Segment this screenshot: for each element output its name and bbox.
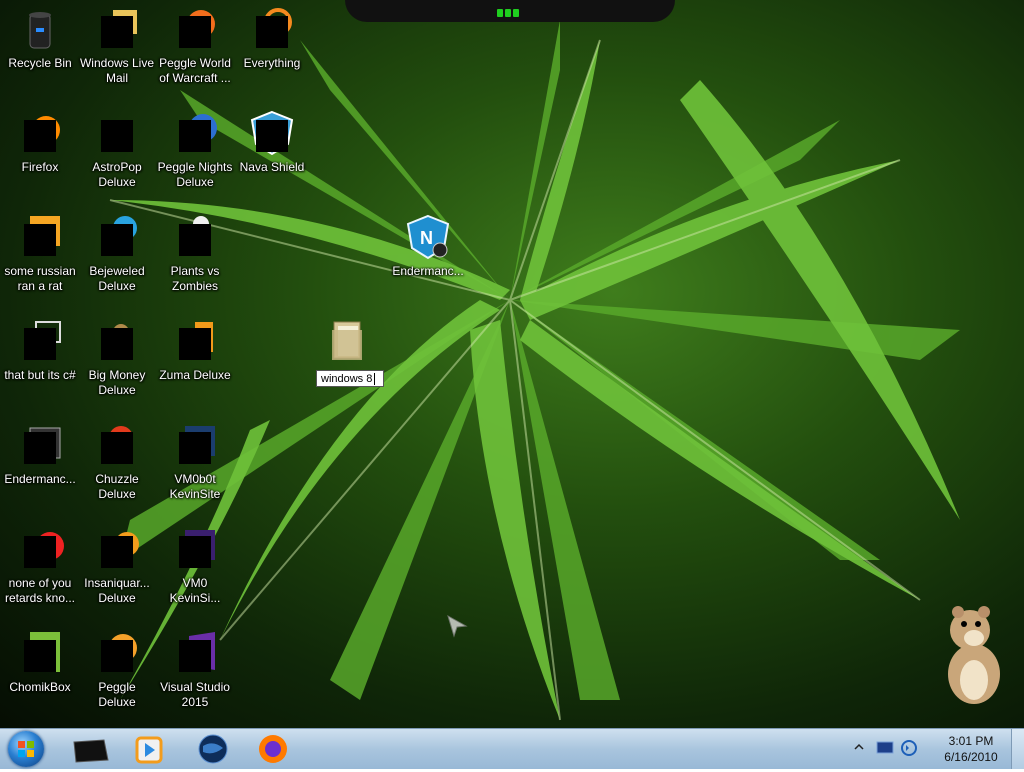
vm-kevinsite-icon (171, 526, 219, 574)
start-button[interactable] (8, 731, 44, 767)
sublime-text-icon (16, 214, 64, 262)
folder-icon (324, 318, 372, 366)
desktop-icon-russian-rat[interactable]: some russian ran a rat (2, 214, 78, 314)
text-caret (374, 373, 376, 386)
desktop-icon-visual-studio[interactable]: Visual Studio 2015 (157, 630, 233, 728)
desktop-icon-that-but-csharp[interactable]: that but its c# (2, 318, 78, 418)
desktop-icon-big-money[interactable]: Big Money Deluxe (79, 318, 155, 418)
visual-studio-icon (171, 630, 219, 678)
desktop-icon-vm0b0t-kevinsite[interactable]: VM0b0t KevinSite (157, 422, 233, 522)
globe-icon (198, 734, 228, 764)
desktop-icon-new-folder[interactable] (318, 318, 378, 418)
desktop-icon-firefox[interactable]: Firefox (2, 110, 78, 210)
desktop-icon-chomikbox[interactable]: ChomikBox (2, 630, 78, 728)
insaniquarium-icon (93, 526, 141, 574)
system-tray: 3:01 PM 6/16/2010 (854, 729, 1024, 769)
windows-live-mail-icon (93, 6, 141, 54)
desktop-icon-bejeweled[interactable]: Bejeweled Deluxe (79, 214, 155, 314)
taskbar-pinned-firefox[interactable] (246, 732, 300, 766)
copy-files-icon (16, 318, 64, 366)
desktop-icon-peggle-wow[interactable]: Peggle World of Warcraft ... (157, 6, 233, 106)
network-icon[interactable] (876, 740, 894, 756)
hamster-gadget-icon[interactable] (940, 604, 1010, 708)
desktop-icon-chuzzle[interactable]: Chuzzle Deluxe (79, 422, 155, 522)
desktop-icon-none-of-you[interactable]: none of you retards kno... (2, 526, 78, 626)
show-desktop-button[interactable] (1011, 729, 1024, 769)
plants-vs-zombies-icon (171, 214, 219, 262)
desktop-icon-nava-shield[interactable]: Nava Shield (234, 110, 310, 210)
terminal-icon (16, 422, 64, 470)
desktop-icon-vm0-kevinsite[interactable]: VM0 KevinSi... (157, 526, 233, 626)
volume-icon[interactable] (900, 739, 918, 757)
firefox-icon (16, 110, 64, 158)
vm-kevinsite-icon (171, 422, 219, 470)
zuma-icon (171, 318, 219, 366)
peggle-nights-icon (171, 110, 219, 158)
desktop-icon-insaniquarium[interactable]: Insaniquar... Deluxe (79, 526, 155, 626)
desktop-icon-astropop[interactable]: AstroPop Deluxe (79, 110, 155, 210)
taskbar-pinned-black-window[interactable] (64, 732, 118, 766)
everything-search-icon (248, 6, 296, 54)
windows-logo-icon (18, 741, 34, 757)
desktop-icon-endermanch-2[interactable]: N Endermanc... (390, 214, 466, 314)
astropop-icon (93, 110, 141, 158)
rename-textbox[interactable]: windows 8 (316, 370, 384, 387)
desktop-icon-peggle-deluxe[interactable]: Peggle Deluxe (79, 630, 155, 728)
clock-time: 3:01 PM (948, 734, 994, 748)
bejeweled-icon (93, 214, 141, 262)
black-window-icon (73, 739, 109, 763)
clock-date: 6/16/2010 (944, 750, 998, 764)
led-indicator-icon (497, 4, 527, 17)
desktop-icon-plants-vs-zombies[interactable]: Plants vs Zombies (157, 214, 233, 314)
desktop-icon-recycle-bin[interactable]: Recycle Bin (2, 6, 78, 106)
chuzzle-icon (93, 422, 141, 470)
firefox-icon (259, 735, 287, 763)
desktop-icon-windows-live-mail[interactable]: Windows Live Mail (79, 6, 155, 106)
peggle-wow-icon (171, 6, 219, 54)
red-app-icon (16, 526, 64, 574)
desktop[interactable]: Recycle Bin Firefox some russian ran a r… (0, 0, 1024, 728)
desktop-icon-peggle-nights[interactable]: Peggle Nights Deluxe (157, 110, 233, 210)
taskbar: 3:01 PM 6/16/2010 (0, 728, 1024, 769)
desktop-icon-endermanch-1[interactable]: Endermanc... (2, 422, 78, 522)
mouse-cursor-icon (447, 614, 468, 638)
taskbar-pinned-globe[interactable] (186, 732, 240, 766)
chomikbox-icon (16, 630, 64, 678)
desktop-icon-everything[interactable]: Everything (234, 6, 310, 106)
nava-shield-icon: N (404, 214, 452, 262)
nava-shield-icon (248, 110, 296, 158)
taskbar-clock[interactable]: 3:01 PM 6/16/2010 (936, 733, 1006, 765)
svg-text:N: N (420, 228, 433, 248)
taskbar-pinned-media-player[interactable] (122, 732, 176, 766)
desktop-icon-zuma[interactable]: Zuma Deluxe (157, 318, 233, 418)
big-money-icon (93, 318, 141, 366)
recycle-bin-icon (16, 6, 64, 54)
show-hidden-icons-chevron-icon[interactable] (854, 742, 864, 752)
peggle-icon (93, 630, 141, 678)
media-player-icon (135, 736, 163, 764)
